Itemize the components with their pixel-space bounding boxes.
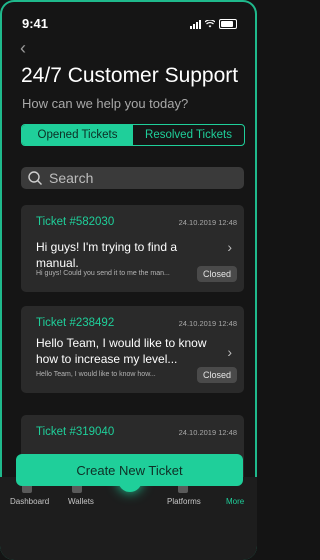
create-new-ticket-button[interactable]: Create New Ticket <box>16 454 243 486</box>
ticket-message: Hi guys! I'm trying to find a manual. <box>36 240 178 270</box>
ticket-preview: Hi guys! Could you send it to me the man… <box>36 270 170 277</box>
nav-dashboard[interactable]: Dashboard <box>10 497 49 506</box>
page-subtitle: How can we help you today? <box>22 96 189 111</box>
chevron-right-icon[interactable]: › <box>227 344 232 360</box>
status-bar: 9:41 <box>22 16 237 32</box>
nav-more[interactable]: More <box>226 497 244 506</box>
ticket-card[interactable]: Ticket #238492 24.10.2019 12:48 Hello Te… <box>21 306 244 393</box>
back-button[interactable]: ‹ <box>20 38 26 59</box>
search-icon <box>28 171 42 185</box>
battery-icon <box>219 19 237 29</box>
tab-opened-tickets[interactable]: Opened Tickets <box>22 125 133 145</box>
ticket-id: Ticket #319040 <box>36 426 115 438</box>
page-title: 24/7 Customer Support <box>21 64 239 87</box>
nav-wallets[interactable]: Wallets <box>68 497 94 506</box>
search-input[interactable] <box>47 169 231 187</box>
chevron-right-icon[interactable]: › <box>227 239 232 255</box>
ticket-id: Ticket #238492 <box>36 317 115 329</box>
ticket-id: Ticket #582030 <box>36 216 115 228</box>
status-time: 9:41 <box>22 16 49 31</box>
signal-icon <box>190 19 201 29</box>
phone-frame: 9:41 ‹ 24/7 Customer Support How can we … <box>0 0 257 560</box>
tab-resolved-tickets[interactable]: Resolved Tickets <box>133 125 244 145</box>
search-bar[interactable] <box>21 167 244 189</box>
status-icons <box>190 19 237 29</box>
nav-platforms[interactable]: Platforms <box>167 497 201 506</box>
ticket-date: 24.10.2019 12:48 <box>178 218 237 227</box>
ticket-tabs: Opened Tickets Resolved Tickets <box>21 124 245 146</box>
ticket-date: 24.10.2019 12:48 <box>178 319 237 328</box>
ticket-message: Hello Team, I would like to know how to … <box>36 336 207 366</box>
wifi-icon <box>205 20 215 28</box>
ticket-date: 24.10.2019 12:48 <box>178 428 237 437</box>
status-badge: Closed <box>196 367 237 383</box>
status-badge: Closed <box>196 266 237 282</box>
ticket-preview: Hello Team, I would like to know how... <box>36 371 156 378</box>
ticket-card[interactable]: Ticket #582030 24.10.2019 12:48 Hi guys!… <box>21 205 244 292</box>
